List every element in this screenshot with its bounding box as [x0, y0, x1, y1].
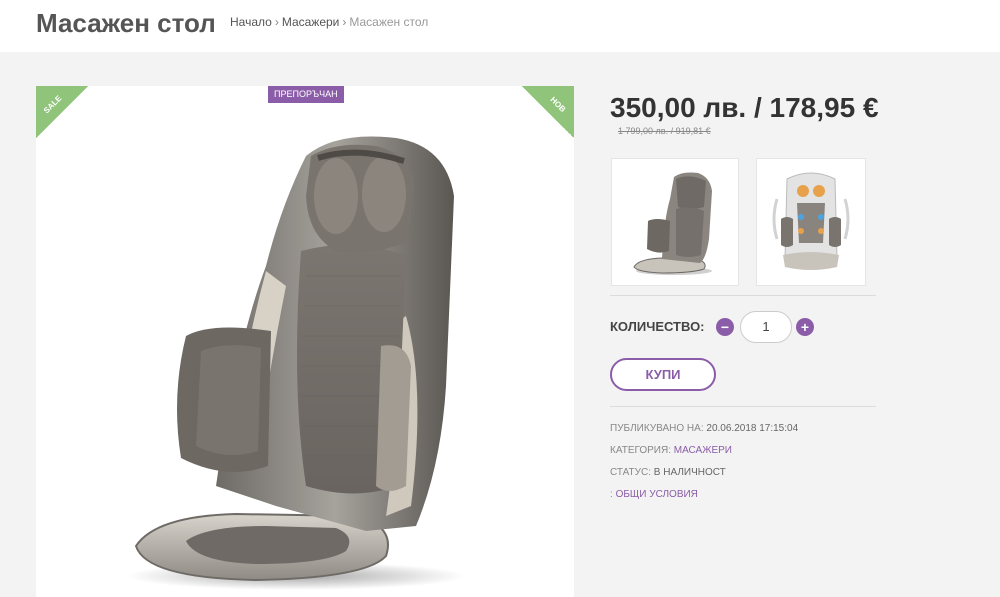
chair-diagram-thumbnail-image [772, 172, 850, 270]
product-price: 350,00 лв. / 178,95 € [610, 92, 879, 123]
status-row: СТАТУС: В НАЛИЧНОСТ [610, 467, 726, 478]
breadcrumb-separator: › [274, 15, 279, 29]
quantity-decrease-button[interactable]: − [716, 318, 734, 336]
page-header: Масажен стол Начало › Масажери › Масажен сто… [0, 0, 1000, 52]
quantity-input[interactable]: 1 [740, 311, 792, 343]
breadcrumb: Начало › Масажери › Масажен стол [230, 15, 428, 29]
massage-chair-image [126, 136, 466, 590]
old-price: 1 799,00 лв. / 919,81 € [618, 126, 711, 136]
published-value: 20.06.2018 17:15:04 [706, 423, 799, 434]
status-label: СТАТУС: [610, 467, 652, 478]
new-ribbon: НОВ [522, 86, 574, 138]
chair-thumbnail-image [633, 172, 712, 275]
thumbnail-2[interactable] [756, 158, 866, 286]
category-link[interactable]: МАСАЖЕРИ [674, 445, 732, 456]
quantity-label: КОЛИЧЕСТВО: [610, 319, 705, 334]
new-ribbon-text: НОВ [548, 95, 568, 114]
breadcrumb-home[interactable]: Начало [230, 15, 272, 29]
status-value: В НАЛИЧНОСТ [653, 467, 726, 478]
terms-link[interactable]: ОБЩИ УСЛОВИЯ [616, 489, 698, 500]
divider [610, 295, 876, 296]
category-label: КАТЕГОРИЯ: [610, 445, 671, 456]
published-row: ПУБЛИКУВАНО НА: 20.06.2018 17:15:04 [610, 423, 798, 434]
breadcrumb-current: Масажен стол [349, 15, 429, 29]
buy-button[interactable]: КУПИ [610, 358, 716, 391]
product-main-image[interactable]: SALE НОВ ПРЕПОРЪЧАН [36, 86, 574, 597]
divider [610, 406, 876, 407]
category-row: КАТЕГОРИЯ: МАСАЖЕРИ [610, 445, 732, 456]
breadcrumb-separator: › [342, 15, 347, 29]
recommended-badge: ПРЕПОРЪЧАН [268, 86, 344, 103]
quantity-increase-button[interactable]: + [796, 318, 814, 336]
sale-ribbon-text: SALE [41, 93, 64, 116]
terms-prefix: : [610, 489, 613, 500]
breadcrumb-massagers[interactable]: Масажери [282, 15, 340, 29]
thumbnail-1[interactable] [611, 158, 739, 286]
published-label: ПУБЛИКУВАНО НА: [610, 423, 704, 434]
page-title: Масажен стол [36, 8, 216, 38]
sale-ribbon: SALE [36, 86, 88, 138]
terms-row: : ОБЩИ УСЛОВИЯ [610, 489, 698, 500]
